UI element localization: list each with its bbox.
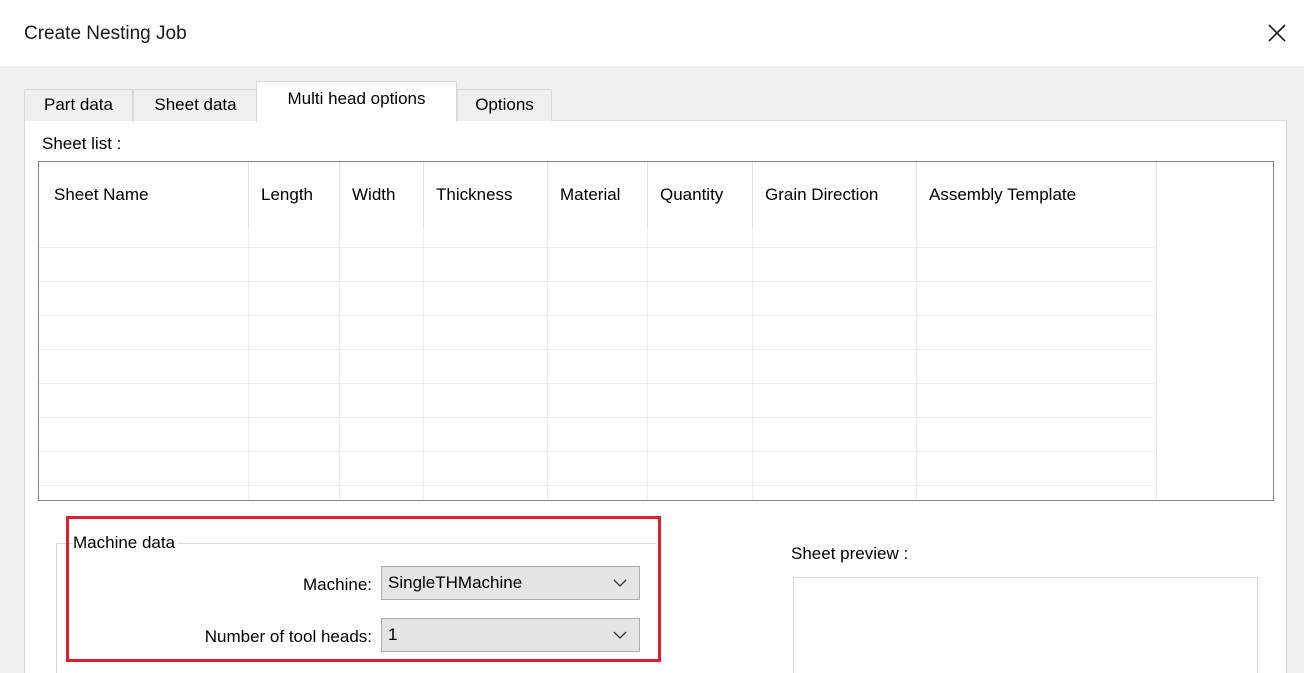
- close-button[interactable]: [1264, 20, 1290, 46]
- column-header-thickness[interactable]: Thickness: [424, 162, 548, 228]
- grid-row-line: [39, 228, 1155, 248]
- machine-data-highlight: [66, 516, 661, 662]
- window-title: Create Nesting Job: [24, 23, 187, 44]
- column-header-quantity[interactable]: Quantity: [648, 162, 753, 228]
- tab-sheet-data[interactable]: Sheet data: [133, 89, 258, 121]
- sheet-preview-label: Sheet preview :: [791, 544, 909, 563]
- grid-row-line: [39, 452, 1155, 486]
- column-header-assembly-template[interactable]: Assembly Template: [917, 162, 1157, 228]
- machine-data-group-border: [56, 543, 57, 673]
- column-header-sheet-name[interactable]: Sheet Name: [39, 162, 249, 228]
- tab-options[interactable]: Options: [457, 89, 552, 121]
- grid-row-line: [39, 282, 1155, 316]
- close-icon: [1268, 24, 1286, 42]
- column-header-grain-direction[interactable]: Grain Direction: [753, 162, 917, 228]
- sheet-list-table[interactable]: Sheet Name Length Width Thickness Materi…: [38, 161, 1274, 501]
- sheet-preview-panel: [793, 577, 1258, 673]
- column-header-width[interactable]: Width: [340, 162, 424, 228]
- grid-row-line: [39, 418, 1155, 452]
- sheet-list-label: Sheet list :: [42, 134, 122, 153]
- grid-row-line: [39, 316, 1155, 350]
- grid-row-line: [39, 248, 1155, 282]
- tab-part-data[interactable]: Part data: [24, 89, 133, 121]
- column-header-material[interactable]: Material: [548, 162, 648, 228]
- column-header-length[interactable]: Length: [249, 162, 340, 228]
- table-header: Sheet Name Length Width Thickness Materi…: [39, 162, 1273, 228]
- tab-multi-head-options[interactable]: Multi head options: [256, 81, 457, 122]
- grid-row-line: [39, 384, 1155, 418]
- grid-row-line: [39, 350, 1155, 384]
